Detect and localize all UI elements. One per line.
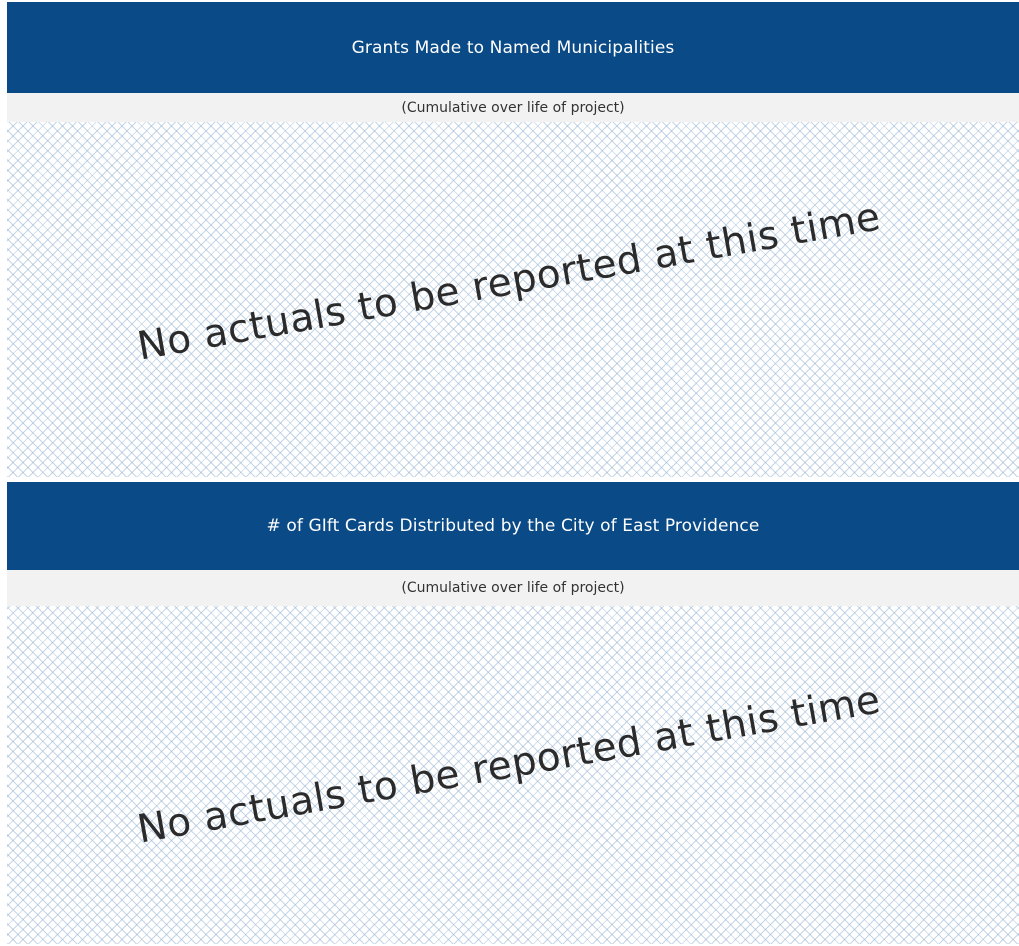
panel-body-hatched: No actuals to be reported at this time	[7, 122, 1019, 477]
gift-cards-panel: # of GIft Cards Distributed by the City …	[7, 482, 1019, 944]
panel-title: Grants Made to Named Municipalities	[351, 37, 675, 58]
panel-subtitle: (Cumulative over life of project)	[401, 580, 625, 596]
panel-subheader: (Cumulative over life of project)	[7, 93, 1019, 122]
no-data-message: No actuals to be reported at this time	[134, 677, 884, 853]
panel-body-hatched: No actuals to be reported at this time	[7, 606, 1019, 944]
panel-subheader: (Cumulative over life of project)	[7, 570, 1019, 606]
panel-title: # of GIft Cards Distributed by the City …	[266, 516, 760, 536]
grants-panel: Grants Made to Named Municipalities (Cum…	[7, 2, 1019, 477]
panel-header: Grants Made to Named Municipalities	[7, 2, 1019, 93]
panel-subtitle: (Cumulative over life of project)	[401, 99, 625, 116]
no-data-message: No actuals to be reported at this time	[134, 193, 884, 370]
panel-header: # of GIft Cards Distributed by the City …	[7, 482, 1019, 570]
